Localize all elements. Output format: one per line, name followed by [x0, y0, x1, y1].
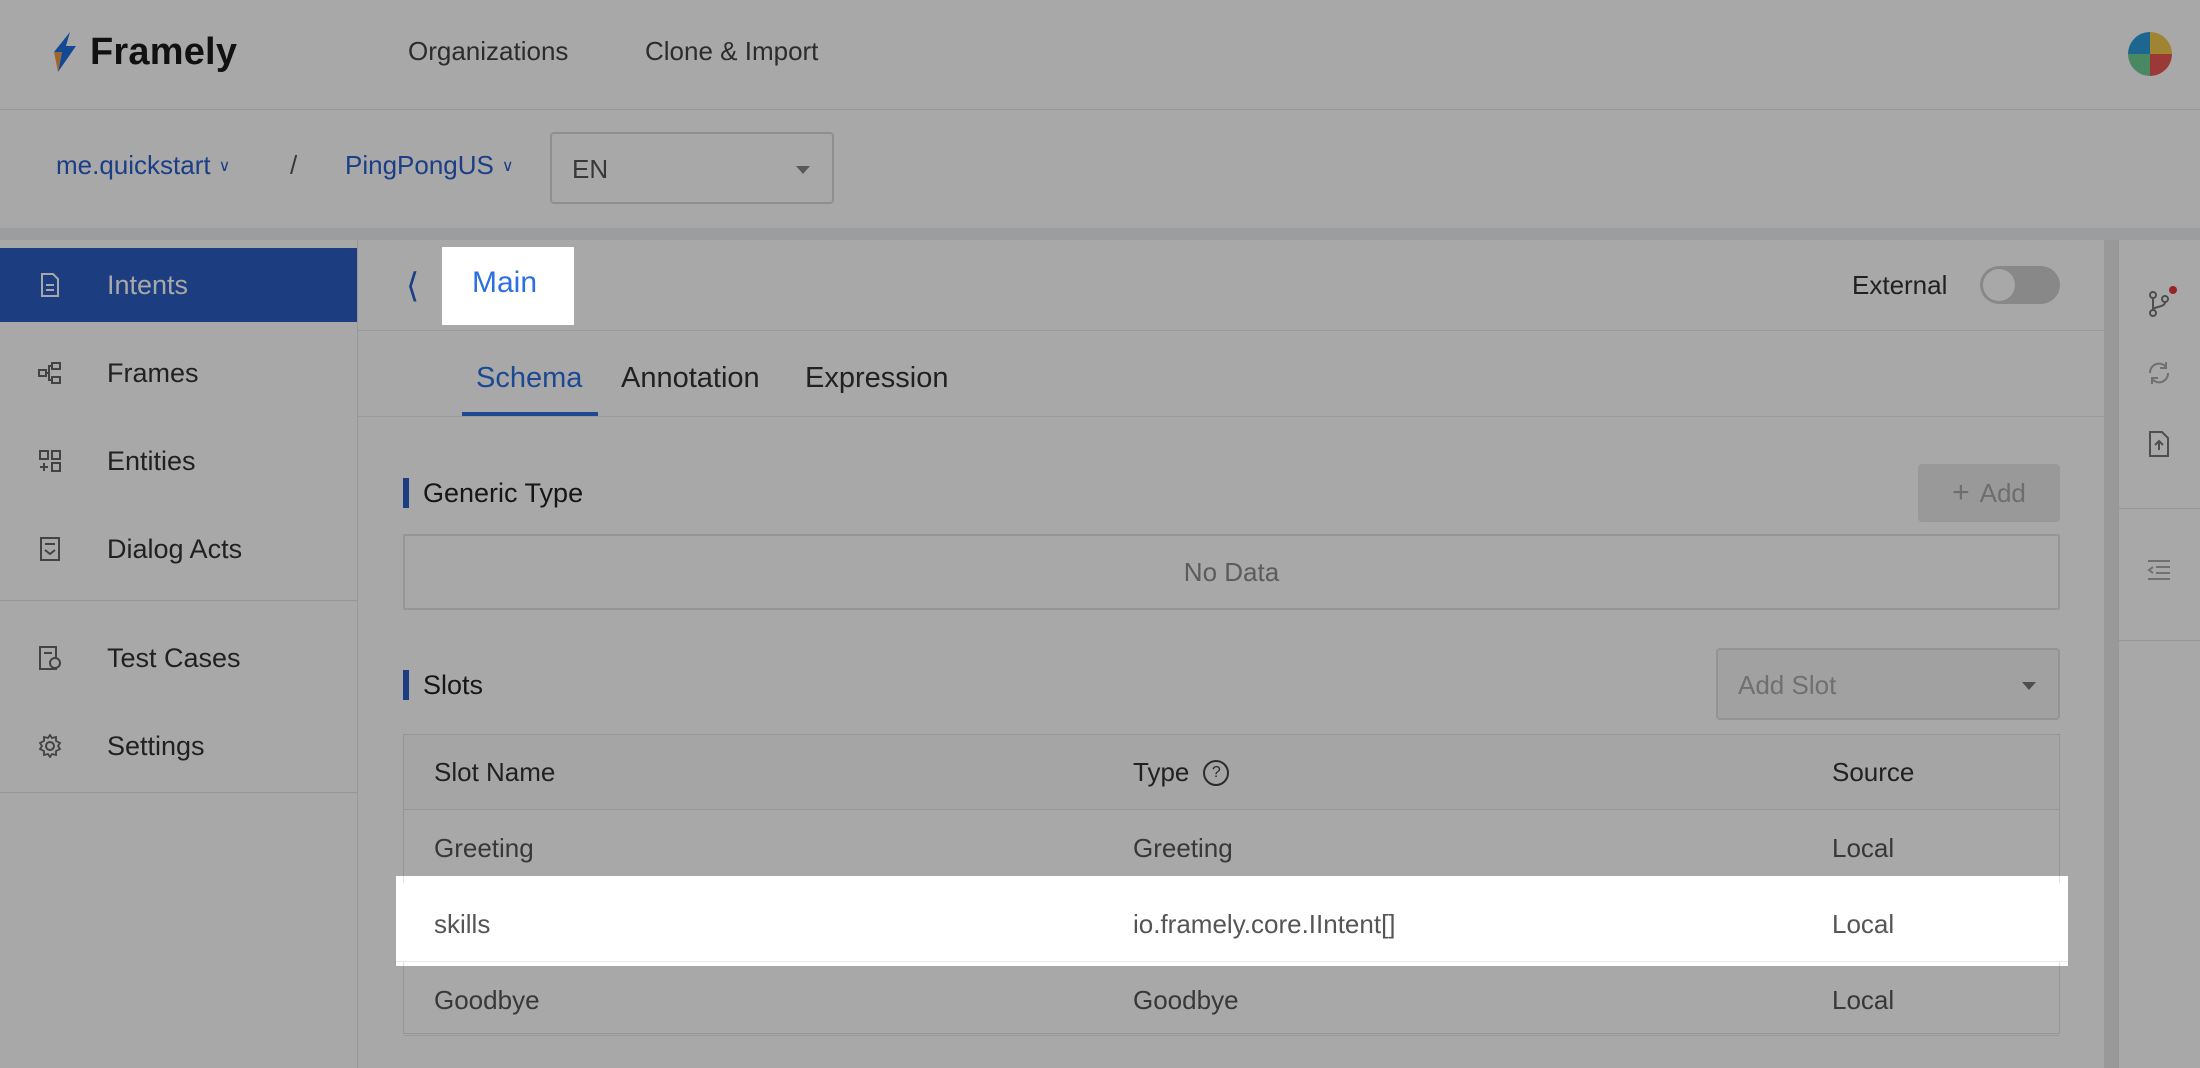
language-select[interactable]: EN: [550, 132, 834, 204]
toggle-knob: [1983, 269, 2015, 301]
breadcrumb-org-label: me.quickstart: [56, 150, 211, 180]
frames-icon: [38, 361, 62, 385]
tabs-divider: [358, 416, 2104, 417]
sidebar-item-intents[interactable]: Intents: [0, 248, 357, 322]
slot-source-cell: Local: [1832, 985, 1895, 1015]
notification-dot: [2169, 286, 2177, 294]
sidebar-item-label: Dialog Acts: [107, 533, 243, 564]
caret-down-icon: [2022, 682, 2036, 690]
gear-icon: [38, 734, 62, 758]
table-row[interactable]: skills io.framely.core.IIntent[] Local: [395, 883, 2068, 962]
sidebar-divider: [0, 600, 357, 601]
intent-title[interactable]: Main: [472, 266, 537, 300]
add-slot-placeholder: Add Slot: [1738, 670, 1837, 700]
breadcrumb-separator: /: [290, 150, 298, 180]
slot-type-cell: io.framely.core.IIntent[]: [1133, 909, 1396, 939]
brand-name: Framely: [90, 30, 238, 73]
chevron-down-icon: ∨: [218, 157, 231, 175]
external-toggle[interactable]: [1980, 266, 2060, 304]
generic-type-empty: No Data: [403, 534, 2060, 610]
sidebar: Intents Frames Entities Dialog Acts Test…: [0, 240, 358, 1068]
entities-icon: [38, 449, 62, 473]
section-accent: [403, 670, 409, 700]
tab-schema[interactable]: Schema: [476, 362, 582, 395]
slots-table: Slot Name Type ? Source Greeting Greetin…: [395, 734, 2068, 1036]
column-type: Type ?: [1133, 757, 1230, 788]
sidebar-item-label: Entities: [107, 445, 196, 476]
breadcrumb-org[interactable]: me.quickstart ∨: [56, 150, 230, 181]
slot-type-cell: Greeting: [1133, 833, 1233, 863]
rail-divider: [2119, 640, 2200, 641]
top-navbar: Framely Organizations Clone & Import: [0, 0, 2200, 110]
sidebar-item-label: Test Cases: [107, 642, 241, 673]
add-generic-type-button[interactable]: + Add: [1918, 464, 2060, 522]
breadcrumb: me.quickstart ∨ / PingPongUS ∨ EN: [0, 110, 2200, 240]
external-label: External: [1852, 270, 1948, 300]
sidebar-item-entities[interactable]: Entities: [0, 424, 357, 498]
column-slot-name: Slot Name: [434, 757, 556, 787]
tab-expression[interactable]: Expression: [805, 362, 948, 395]
table-row[interactable]: Greeting Greeting Local: [404, 809, 2059, 884]
branch-icon[interactable]: [2145, 290, 2173, 318]
breadcrumb-project-label: PingPongUS: [345, 150, 494, 180]
add-slot-select[interactable]: Add Slot: [1716, 648, 2060, 720]
user-avatar[interactable]: [2128, 32, 2172, 76]
header-divider: [358, 330, 2104, 331]
sidebar-item-test-cases[interactable]: Test Cases: [0, 621, 357, 695]
test-cases-icon: [38, 646, 62, 670]
breadcrumb-project[interactable]: PingPongUS ∨: [345, 150, 514, 181]
nav-organizations[interactable]: Organizations: [408, 36, 568, 67]
plus-icon: +: [1952, 476, 1970, 509]
generic-type-title: Generic Type: [423, 478, 584, 508]
column-type-label: Type: [1133, 757, 1190, 787]
caret-down-icon: [796, 166, 810, 174]
add-button-label: Add: [1979, 477, 2026, 508]
slot-name-cell: Goodbye: [434, 985, 540, 1015]
table-row[interactable]: Goodbye Goodbye Local: [404, 961, 2059, 1036]
sidebar-item-frames[interactable]: Frames: [0, 336, 357, 410]
slot-name-cell: skills: [434, 909, 491, 939]
dialog-acts-icon: [38, 537, 62, 561]
tab-annotation[interactable]: Annotation: [621, 362, 760, 395]
document-icon: [38, 273, 62, 297]
export-document-icon[interactable]: [2145, 430, 2173, 458]
brand-logo[interactable]: Framely: [48, 30, 237, 74]
slot-source-cell: Local: [1832, 909, 1895, 939]
scrollbar[interactable]: [2104, 240, 2118, 1068]
refresh-icon[interactable]: [2145, 360, 2173, 388]
chevron-down-icon: ∨: [501, 157, 514, 175]
slot-name-cell: Greeting: [434, 833, 534, 863]
empty-text: No Data: [1183, 556, 1280, 587]
slot-type-cell: Goodbye: [1133, 985, 1239, 1015]
sidebar-item-label: Frames: [107, 357, 199, 388]
intent-editor: ⟨ Main External Schema Annotation Expres…: [358, 240, 2104, 1068]
back-chevron-icon[interactable]: ⟨: [406, 266, 419, 306]
sidebar-item-label: Intents: [107, 269, 189, 300]
table-header: Slot Name Type ? Source: [404, 735, 2059, 810]
language-value: EN: [572, 154, 609, 184]
sidebar-item-label: Settings: [107, 730, 205, 761]
section-accent: [403, 478, 409, 508]
framely-logo-icon: [54, 32, 76, 72]
slots-title: Slots: [423, 670, 484, 700]
nav-clone-import[interactable]: Clone & Import: [645, 36, 818, 67]
right-toolbar: [2118, 240, 2200, 1068]
indent-list-icon[interactable]: [2145, 558, 2173, 586]
sidebar-divider: [0, 792, 357, 793]
help-circle-icon[interactable]: ?: [1203, 759, 1230, 786]
sidebar-item-settings[interactable]: Settings: [0, 709, 357, 783]
rail-divider: [2119, 508, 2200, 509]
column-source: Source: [1832, 757, 1915, 787]
sidebar-item-dialog-acts[interactable]: Dialog Acts: [0, 512, 357, 586]
slot-source-cell: Local: [1832, 833, 1895, 863]
